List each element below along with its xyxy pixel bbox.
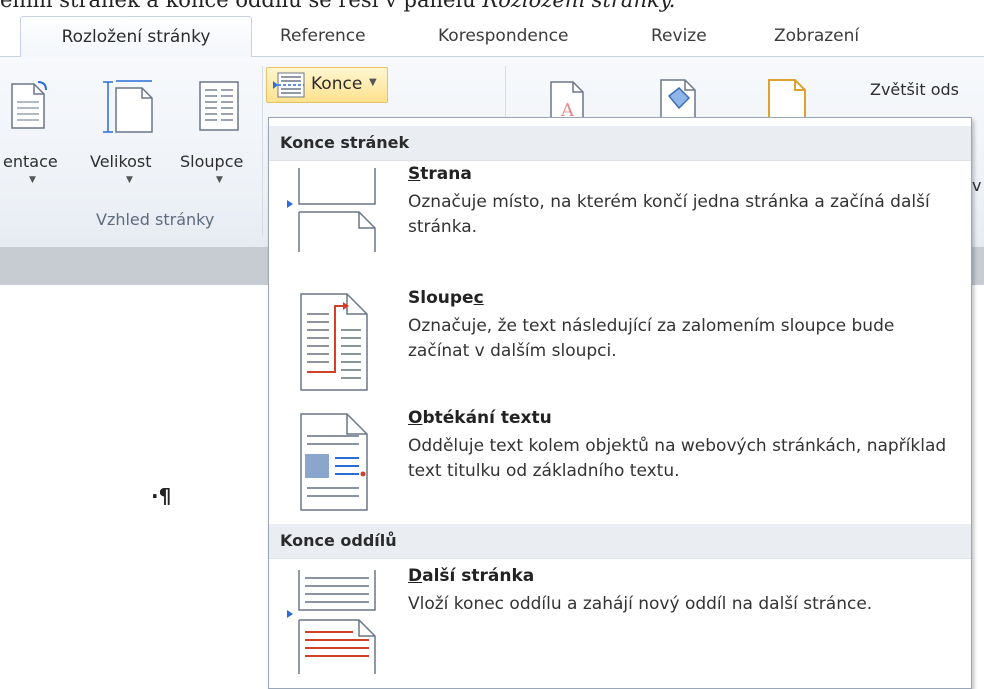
columns-dropdown-arrow: ▼ [216,175,223,185]
page-borders-icon [768,79,806,122]
size-dropdown-arrow: ▼ [126,175,133,185]
next-page-section-break-icon [287,570,376,674]
menu-item-next-page[interactable]: Další stránka Vloží konec oddílu a zaháj… [269,564,971,674]
menu-item-column-break[interactable]: Sloupec Označuje, že text následující za… [269,282,971,392]
breaks-dropdown-menu: Konce stránek Strana Označuje místo, na … [268,117,972,689]
columns-button[interactable]: Sloupce ▼ [178,78,262,218]
column-break-title-pre: Sloupe [408,288,474,308]
text-wrapping-accelerator: O [408,408,423,428]
column-break-title: Sloupec [408,288,484,308]
text-wrapping-description: Odděluje text kolem objektů na webových … [408,436,947,481]
columns-icon [199,81,239,131]
orientation-icon [11,81,47,129]
next-page-title: Další stránka [408,566,534,586]
ribbon-fragment-v: v [972,176,982,195]
paragraph-mark: ·¶ [151,484,172,508]
column-break-accelerator: c [473,288,484,308]
text-wrapping-title: Obtékání textu [408,408,552,428]
caption-text: ením stránek a konce oddílu se řeší v pa… [0,0,483,12]
page-break-icon [287,168,376,252]
breaks-button[interactable]: Konce ▼ [266,67,388,103]
indent-increase-label[interactable]: Zvětšit ods [870,80,959,99]
tab-mailings[interactable]: Korespondence [438,16,568,56]
section-header-section-breaks: Konce oddílů [269,524,971,559]
watermark-icon: A [550,81,584,120]
text-wrapping-icon [300,413,368,511]
size-button[interactable]: Velikost ▼ [90,78,172,218]
columns-label: Sloupce [180,152,244,171]
menu-item-page-break[interactable]: Strana Označuje místo, na kterém končí j… [269,162,971,252]
breaks-dropdown-arrow: ▼ [369,77,377,88]
caption-italic: Rozložení stránky. [482,0,676,12]
menu-item-text-wrapping[interactable]: Obtékání textu Odděluje text kolem objek… [269,404,971,516]
size-label: Velikost [90,152,152,171]
tab-references[interactable]: Reference [280,16,366,56]
column-break-description: Označuje, že text následující za zalomen… [408,316,895,361]
page-color-icon [660,79,696,120]
next-page-title-rest: alší stránka [422,566,535,586]
tab-view[interactable]: Zobrazení [774,16,859,56]
section-header-page-breaks: Konce stránek [269,126,971,161]
orientation-button[interactable]: entace ▼ [0,78,60,218]
text-wrapping-title-rest: btékání textu [422,408,552,428]
page-break-accelerator: S [408,164,421,184]
group-label-page-setup: Vzhled stránky [96,210,215,229]
page-break-title: Strana [408,164,472,184]
group-separator [262,66,263,236]
next-page-accelerator: D [408,566,423,586]
page-break-title-rest: trana [420,164,472,184]
breaks-label: Konce [311,74,363,94]
page-break-description: Označuje místo, na kterém končí jedna st… [408,192,930,237]
next-page-description: Vloží konec oddílu a zahájí nový oddíl n… [408,594,873,614]
tab-page-layout[interactable]: Rozložení stránky [20,16,252,57]
page-breaks-icon [273,72,305,98]
orientation-dropdown-arrow: ▼ [29,175,36,185]
tab-review[interactable]: Revize [651,16,707,56]
page-size-icon [103,80,153,133]
orientation-label: entace [3,152,58,171]
column-break-icon [300,293,368,391]
